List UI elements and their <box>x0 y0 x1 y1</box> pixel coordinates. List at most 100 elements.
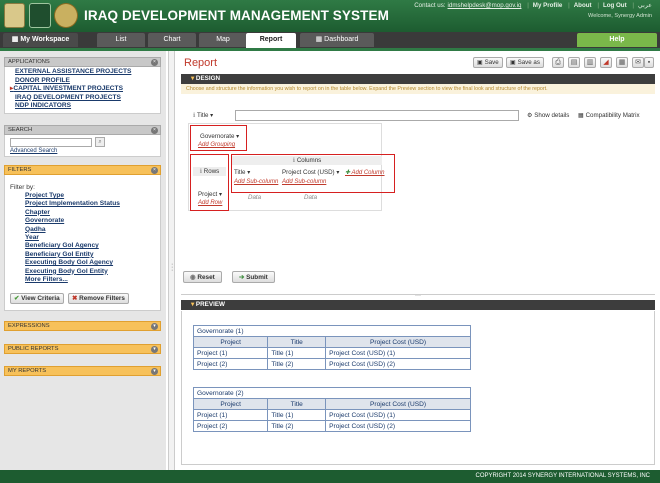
filter-link[interactable]: Project Type <box>5 192 160 200</box>
ministry-logo <box>4 3 25 28</box>
app-link-iraq-development[interactable]: IRAQ DEVELOPMENT PROJECTS <box>5 94 160 103</box>
tab-report[interactable]: Report <box>246 33 296 48</box>
page-title: Report <box>184 57 218 69</box>
column-header: Project <box>192 398 269 410</box>
design-preview-splitter[interactable]: ··· <box>181 293 655 299</box>
columns-highlight: ℹ Columns Title ▾ Add Sub-column Project… <box>231 154 395 193</box>
tab-chart[interactable]: Chart <box>148 33 196 47</box>
group-header: Governorate (1) <box>193 325 471 337</box>
show-details-link[interactable]: ⚙ Show details <box>527 112 569 119</box>
column-field-title[interactable]: Title ▾ <box>234 169 250 176</box>
contact-email-link[interactable]: idmshelpdesk@mop.gov.iq <box>448 2 522 9</box>
collapse-icon[interactable]: × <box>151 127 158 134</box>
preview-table-group-2: Governorate (2) Project Title Project Cost… <box>192 387 471 432</box>
search-panel: ⌕ Advanced Search <box>4 135 161 157</box>
reset-button[interactable]: ◉ Reset <box>183 271 222 283</box>
filter-link[interactable]: Beneficiary GoI Agency <box>5 242 160 250</box>
title-field-label[interactable]: ℹ Title ▾ <box>193 112 213 119</box>
group-header: Governorate (2) <box>193 387 471 399</box>
my-reports-header[interactable]: MY REPORTS ▾ <box>4 366 161 376</box>
tab-dashboard[interactable]: ▦ Dashboard <box>300 33 374 47</box>
report-title-input[interactable] <box>235 110 519 121</box>
pdf-icon[interactable]: ◢ <box>600 57 612 68</box>
top-links: Contact us: idmshelpdesk@mop.gov.iq | My P… <box>414 2 652 9</box>
tab-list[interactable]: List <box>97 33 145 47</box>
app-link-ndp-indicators[interactable]: NDP INDICATORS <box>5 102 160 111</box>
filter-link[interactable]: Executing Body GoI Entity <box>5 268 160 276</box>
add-column-link[interactable]: ✚ Add Column <box>345 169 385 176</box>
filter-link[interactable]: Beneficiary GoI Entity <box>5 251 160 259</box>
add-subcolumn-link-2[interactable]: Add Sub-column <box>282 179 326 185</box>
collapse-icon[interactable]: × <box>151 59 158 66</box>
filters-header[interactable]: FILTERS × <box>4 165 161 175</box>
more-filters-link[interactable]: More Filters... <box>5 276 160 284</box>
about-link[interactable]: About <box>574 2 592 9</box>
filter-link[interactable]: Year <box>5 234 160 242</box>
footer: COPYRIGHT 2014 SYNERGY INTERNATIONAL SYS… <box>0 470 660 483</box>
export-icon[interactable]: ▤ <box>568 57 580 68</box>
language-link[interactable]: عربي <box>638 2 652 9</box>
save-button[interactable]: ▣ Save <box>473 57 503 68</box>
filter-link[interactable]: Project Implementation Status <box>5 200 160 208</box>
remove-filters-button[interactable]: ✖ Remove Filters <box>68 293 129 304</box>
email-icon[interactable]: ✉ <box>632 57 644 68</box>
expand-icon[interactable]: ▾ <box>151 368 158 375</box>
my-profile-link[interactable]: My Profile <box>533 2 563 9</box>
grouping-field[interactable]: Governorate ▾ <box>200 133 239 140</box>
word-icon[interactable]: ▥ <box>584 57 596 68</box>
app-title: IRAQ DEVELOPMENT MANAGEMENT SYSTEM <box>84 8 389 23</box>
row-field-project[interactable]: Project ▾ <box>198 191 222 198</box>
add-subcolumn-link-1[interactable]: Add Sub-column <box>234 179 278 185</box>
nav-my-workspace[interactable]: ▦ My Workspace <box>3 33 78 47</box>
column-header: Project Cost (USD) <box>325 336 471 348</box>
welcome-text: Welcome, Synergy Admin <box>588 13 652 19</box>
save-as-button[interactable]: ▣ Save as <box>506 57 544 68</box>
idms-logo <box>29 3 51 28</box>
column-header: Project Cost (USD) <box>325 398 471 410</box>
sidebar-splitter[interactable]: · · · <box>168 51 175 470</box>
filters-panel: Filter by: Project Type Project Implemen… <box>4 175 161 311</box>
design-header[interactable]: ▾ DESIGN <box>181 74 655 84</box>
search-header[interactable]: SEARCH × <box>4 125 161 135</box>
help-button[interactable]: Help <box>577 33 657 47</box>
print-icon[interactable]: ⎙ <box>552 57 564 68</box>
table-row: Project (1) Title (1) Project Cost (USD) (… <box>192 409 471 421</box>
app-link-external-assistance[interactable]: EXTERNAL ASSISTANCE PROJECTS <box>5 68 160 77</box>
expand-icon[interactable]: ▾ <box>151 323 158 330</box>
column-field-project-cost[interactable]: Project Cost (USD) ▾ <box>282 169 339 176</box>
search-input[interactable] <box>10 138 92 147</box>
compatibility-matrix-link[interactable]: ▦ Compatibility Matrix <box>578 112 640 119</box>
filter-link[interactable]: Governorate <box>5 217 160 225</box>
advanced-search-link[interactable]: Advanced Search <box>10 148 57 154</box>
filter-link[interactable]: Qadha <box>5 226 160 234</box>
grouping-highlight: Governorate ▾ Add Grouping <box>190 125 247 151</box>
excel-icon[interactable]: ▦ <box>616 57 628 68</box>
search-icon[interactable]: ⌕ <box>95 137 105 147</box>
app-link-donor-profile[interactable]: DONOR PROFILE <box>5 77 160 86</box>
filter-link[interactable]: Chapter <box>5 209 160 217</box>
add-row-link[interactable]: Add Row <box>198 200 222 206</box>
rows-highlight: ℹ Rows Project ▾ Add Row <box>190 154 229 211</box>
expand-icon[interactable]: ▾ <box>151 346 158 353</box>
dashboard-icon: ▦ <box>315 36 325 43</box>
tab-map[interactable]: Map <box>199 33 247 47</box>
applications-header[interactable]: APPLICATIONS × <box>4 57 161 67</box>
expressions-header[interactable]: EXPRESSIONS ▾ <box>4 321 161 331</box>
logout-link[interactable]: Log Out <box>603 2 627 9</box>
filter-link[interactable]: Executing Body GoI Agency <box>5 259 160 267</box>
matrix-icon: ▦ <box>578 112 586 119</box>
view-criteria-button[interactable]: ✔ View Criteria <box>10 293 64 304</box>
close-icon[interactable]: ▪ <box>644 57 654 68</box>
collapse-icon[interactable]: × <box>151 167 158 174</box>
submit-button[interactable]: ➔ Submit <box>232 271 275 283</box>
add-grouping-link[interactable]: Add Grouping <box>198 142 235 148</box>
column-header: Title <box>267 336 327 348</box>
app-link-capital-investment[interactable]: ▸CAPITAL INVESTMENT PROJECTS <box>5 85 160 94</box>
columns-label: ℹ Columns <box>232 156 382 165</box>
splitter-handle-icon: · · · <box>171 261 174 274</box>
public-reports-header[interactable]: PUBLIC REPORTS ▾ <box>4 344 161 354</box>
data-cell-1: Data <box>248 194 262 201</box>
preview-header[interactable]: ▾ PREVIEW <box>181 300 655 310</box>
main-nav: ▦ My Workspace List Chart Map Report ▦ D… <box>0 32 660 48</box>
save-icon: ▣ <box>477 59 485 66</box>
